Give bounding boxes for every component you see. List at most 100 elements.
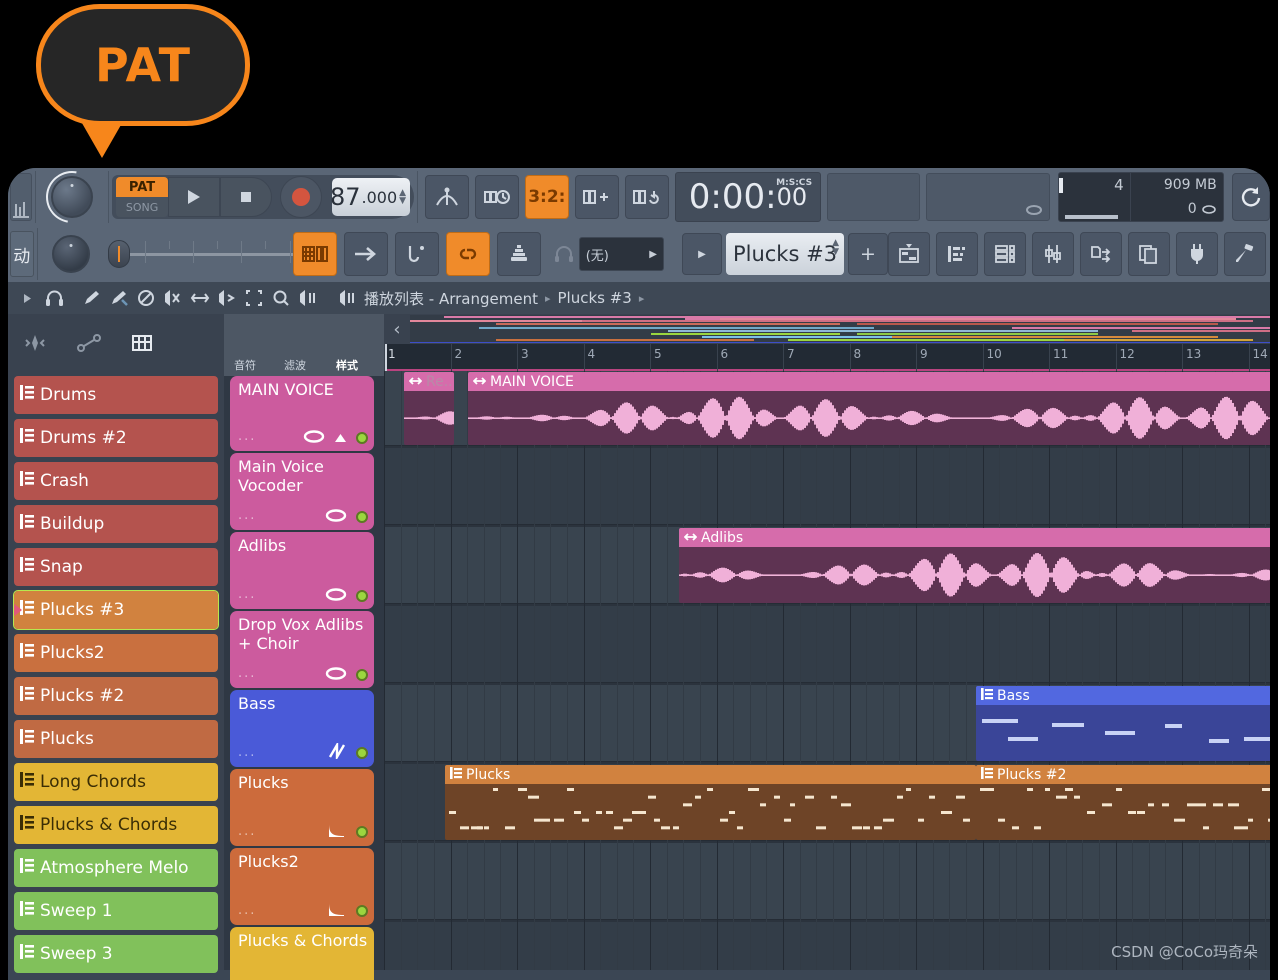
automation-icon[interactable] [76, 333, 102, 357]
triangle-icon[interactable] [334, 428, 347, 447]
pattern-list-item[interactable]: Drums [14, 376, 218, 414]
metronome-button[interactable] [425, 175, 469, 219]
pattern-list-item[interactable]: Drums #2 [14, 419, 218, 457]
snap-value-button[interactable]: 3:2: [525, 175, 569, 219]
lips-icon[interactable] [303, 428, 325, 447]
zoom-icon[interactable] [267, 285, 294, 311]
paint-icon[interactable] [105, 285, 132, 311]
track-enable-led[interactable] [356, 905, 368, 917]
pattern-list-item[interactable]: Plucks & Chords [14, 806, 218, 844]
clip-header[interactable]: MAIN VOICE [468, 372, 1270, 391]
plugin-picker-button[interactable] [1176, 232, 1218, 276]
track-menu-icon[interactable]: ... [238, 508, 256, 523]
pattern-list-item[interactable]: Long Chords [14, 763, 218, 801]
pattern-mode-label[interactable]: PAT [116, 177, 168, 197]
add-pattern-button[interactable] [575, 175, 619, 219]
clip-header[interactable]: Plucks #2 [976, 765, 1270, 784]
mixer-button-2[interactable] [1032, 232, 1074, 276]
track-header[interactable]: Plucks2... [230, 848, 374, 925]
track-header[interactable]: Drop Vox Adlibs + Choir... [230, 611, 374, 688]
tab-label-notes[interactable]: 音符 [234, 357, 256, 373]
master-pitch-slider[interactable] [102, 235, 293, 273]
tempo-spinner-icon[interactable]: ▲▼ [399, 189, 406, 205]
browser-button[interactable] [1080, 232, 1122, 276]
song-mode-label[interactable]: SONG [116, 197, 168, 217]
step-sequencer-button[interactable] [344, 232, 388, 276]
saw-wave-icon[interactable] [327, 743, 347, 763]
track-enable-led[interactable] [356, 511, 368, 523]
panic-button[interactable] [1232, 173, 1270, 221]
arrangement-clip[interactable]: Bass [976, 686, 1270, 761]
draw-icon[interactable] [78, 285, 105, 311]
arrangement-clip[interactable]: Re... [404, 372, 454, 445]
lips-icon[interactable] [325, 665, 347, 684]
headphone-icon[interactable] [41, 285, 68, 311]
pattern-list-item[interactable]: Buildup [14, 505, 218, 543]
clip-header[interactable]: Plucks [445, 765, 976, 784]
pattern-list-item[interactable]: Plucks #3 [14, 591, 218, 629]
pattern-prev-button[interactable]: ▶ [682, 233, 722, 275]
playback-icon[interactable] [294, 285, 321, 311]
mixer-button[interactable] [497, 232, 541, 276]
timeline-ruler[interactable]: 1234567891011121314 [384, 344, 1270, 371]
pattern-list-item[interactable]: Plucks #2 [14, 677, 218, 715]
collapse-left-icon[interactable]: ‹ [384, 319, 410, 340]
step-sequencer-button-2[interactable] [936, 232, 978, 276]
arrangement-clip[interactable]: Plucks #2 [976, 765, 1270, 840]
project-picker-button[interactable] [1128, 232, 1170, 276]
track-menu-icon[interactable]: ... [238, 824, 256, 839]
stop-button[interactable] [220, 177, 272, 217]
pattern-list-item[interactable]: Crash [14, 462, 218, 500]
pattern-name-field[interactable]: Plucks #3 ▲▼ [726, 233, 844, 275]
track-enable-led[interactable] [356, 590, 368, 602]
notes-icon[interactable] [22, 333, 48, 357]
track-enable-led[interactable] [356, 669, 368, 681]
track-header[interactable]: Plucks & Chords... [230, 927, 374, 980]
pattern-list-item[interactable]: Plucks [14, 720, 218, 758]
tab-label-automation[interactable]: 滤波 [284, 357, 306, 373]
docked-menu-button[interactable]: 动 [10, 231, 34, 277]
decay-icon[interactable] [325, 901, 347, 921]
clip-header[interactable]: Bass [976, 686, 1270, 705]
piano-roll-button[interactable] [293, 232, 337, 276]
arrangement-grid[interactable]: Re... MAIN VOICE Adlibs Bass Plucks [384, 371, 1270, 970]
lips-icon[interactable] [325, 586, 347, 605]
channel-select-dropdown[interactable]: (无) ▶ [579, 237, 664, 271]
wait-for-input-button[interactable] [475, 175, 519, 219]
pattern-list-item[interactable]: Atmosphere Melo [14, 849, 218, 887]
track-enable-led[interactable] [356, 826, 368, 838]
pitch-knob[interactable] [52, 235, 90, 273]
clip-header[interactable]: Adlibs [679, 528, 1270, 547]
track-menu-icon[interactable]: ... [238, 745, 256, 760]
add-pattern-button-2[interactable]: + [848, 233, 888, 275]
playlist-button[interactable] [888, 232, 930, 276]
slip-edit-icon[interactable] [159, 285, 186, 311]
tab-label-patterns[interactable]: 样式 [336, 357, 358, 373]
arrangement-clip[interactable]: MAIN VOICE [468, 372, 1270, 445]
master-volume-knob[interactable] [51, 176, 93, 218]
track-enable-led[interactable] [356, 747, 368, 759]
record-button[interactable] [280, 176, 322, 218]
track-header[interactable]: Adlibs... [230, 532, 374, 609]
lips-icon[interactable] [325, 507, 347, 526]
track-header[interactable]: Plucks... [230, 769, 374, 846]
arrangement-clip[interactable]: Plucks [445, 765, 976, 840]
track-menu-icon[interactable]: ... [238, 903, 256, 918]
pattern-spinner-icon[interactable]: ▲▼ [832, 239, 839, 257]
clip-header[interactable]: Re... [404, 372, 454, 391]
play-button[interactable] [168, 177, 220, 217]
patterns-icon[interactable] [130, 333, 156, 357]
slice-icon[interactable] [186, 285, 213, 311]
track-enable-led[interactable] [356, 432, 368, 444]
arrangement-clip[interactable]: Adlibs [679, 528, 1270, 603]
time-display[interactable]: 0:00:00 M:S:CS [675, 172, 821, 222]
track-header[interactable]: Bass... [230, 690, 374, 767]
track-menu-icon[interactable]: ... [238, 666, 256, 681]
tempo-field[interactable]: 87 .000 ▲▼ [332, 178, 410, 216]
track-menu-icon[interactable]: ... [238, 587, 256, 602]
link-button[interactable] [446, 232, 490, 276]
automation-button[interactable] [395, 232, 439, 276]
decay-icon[interactable] [325, 822, 347, 842]
track-header[interactable]: Main Voice Vocoder... [230, 453, 374, 530]
loop-recording-button[interactable] [625, 175, 669, 219]
